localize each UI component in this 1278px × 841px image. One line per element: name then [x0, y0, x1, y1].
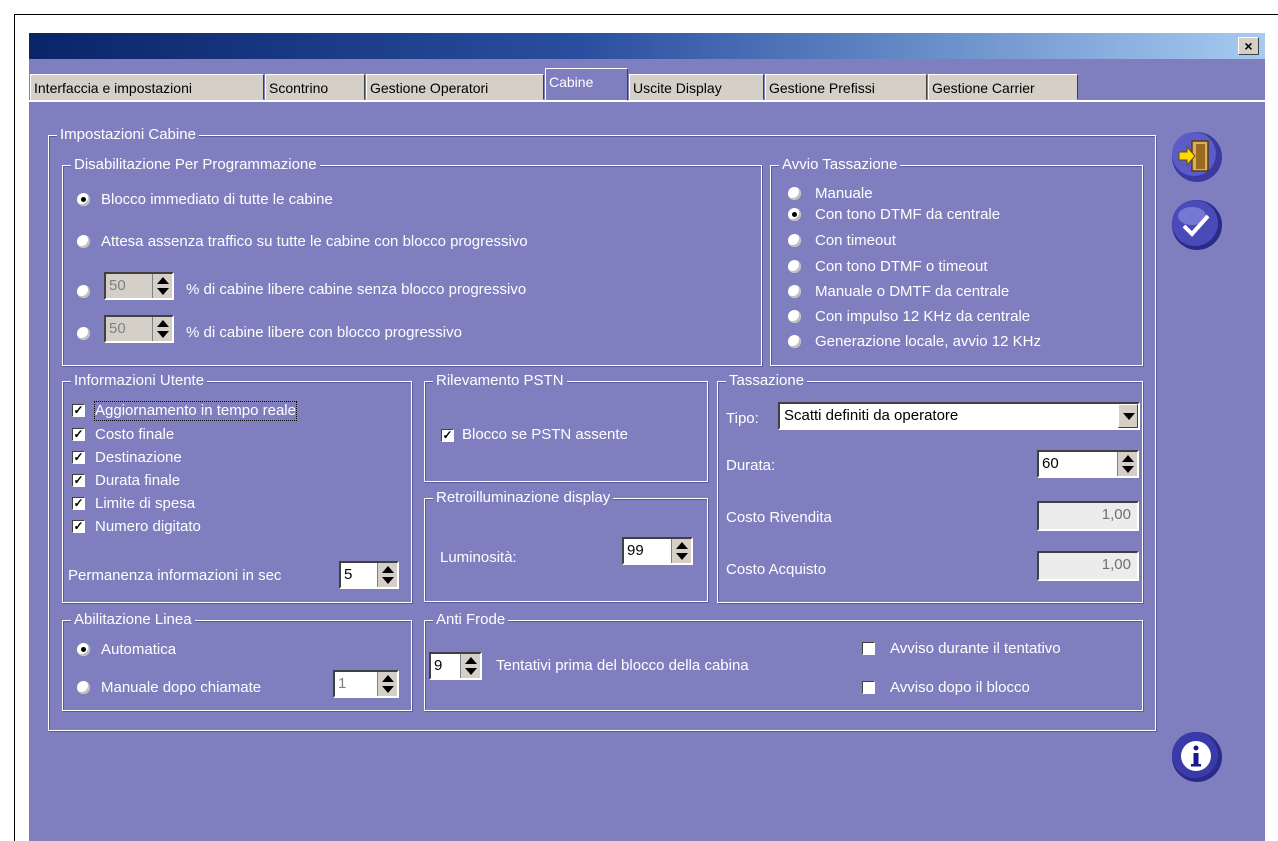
tab-cabine[interactable]: Cabine — [545, 68, 628, 101]
group-title: Retroilluminazione display — [433, 489, 614, 507]
luminosita-spinner[interactable]: 99 — [622, 537, 693, 565]
confirm-check-icon[interactable] — [1170, 198, 1224, 252]
chiamate-spinner[interactable]: 1 — [333, 670, 399, 698]
tab-gestione-carrier[interactable]: Gestione Carrier — [928, 74, 1078, 100]
radio-label: % di cabine libere cabine senza blocco p… — [186, 281, 527, 298]
tab-scontrino[interactable]: Scontrino — [265, 74, 365, 100]
radio-avvio-option[interactable] — [788, 285, 801, 298]
group-title: Abilitazione Linea — [71, 611, 195, 629]
radio-label: Con impulso 12 KHz da centrale — [815, 308, 1031, 325]
permanenza-spinner[interactable]: 5 — [339, 561, 399, 589]
spinner-arrows-icon[interactable] — [377, 672, 397, 696]
group-title: Avvio Tassazione — [779, 156, 901, 174]
checkbox-info-item[interactable]: ✓ — [72, 497, 85, 510]
checkbox-label: Destinazione — [95, 449, 182, 466]
durata-label: Durata: — [726, 457, 776, 474]
spinner-arrows-icon[interactable] — [152, 274, 172, 298]
radio-label: Manuale o DMTF da centrale — [815, 283, 1010, 300]
tentativi-spinner[interactable]: 9 — [429, 652, 482, 680]
radio-label: Manuale — [815, 185, 873, 202]
spinner-value: 99 — [627, 542, 644, 559]
group-title: Anti Frode — [433, 611, 509, 629]
spinner-value: 60 — [1042, 455, 1059, 472]
checkbox-info-item[interactable]: ✓ — [72, 474, 85, 487]
checkbox-avviso-durante[interactable] — [862, 642, 875, 655]
checkbox-blocco-pstn[interactable]: ✓ — [441, 429, 454, 442]
percent-spinner-1[interactable]: 50 — [104, 272, 174, 300]
radio-cabine-libere-senza[interactable] — [77, 285, 90, 298]
radio-label: Con tono DTMF o timeout — [815, 258, 988, 275]
spinner-value: 5 — [344, 566, 353, 583]
checkbox-label: Avviso durante il tentativo — [890, 640, 1061, 657]
checkbox-label: Blocco se PSTN assente — [462, 426, 628, 443]
costo-rivendita-field[interactable]: 1,00 — [1037, 501, 1139, 531]
radio-cabine-libere-con[interactable] — [77, 327, 90, 340]
title-bar — [29, 33, 1265, 59]
close-button[interactable]: × — [1238, 37, 1259, 55]
group-title: Impostazioni Cabine — [57, 126, 199, 144]
chevron-down-icon[interactable] — [1118, 404, 1138, 428]
checkbox-info-item[interactable]: ✓ — [72, 428, 85, 441]
tab-gestione-prefissi[interactable]: Gestione Prefissi — [765, 74, 927, 100]
group-title: Informazioni Utente — [71, 372, 208, 390]
checkbox-label: Aggiornamento in tempo reale — [94, 401, 297, 421]
radio-attesa-assenza[interactable] — [77, 235, 90, 248]
tab-baseline — [29, 100, 1265, 102]
info-icon[interactable] — [1170, 730, 1224, 784]
checkbox-label: Avviso dopo il blocco — [890, 679, 1030, 696]
costo-rivendita-label: Costo Rivendita — [726, 509, 832, 526]
radio-label: Attesa assenza traffico su tutte le cabi… — [101, 233, 528, 250]
spinner-arrows-icon[interactable] — [1117, 452, 1137, 476]
spinner-value: 1 — [338, 675, 347, 692]
radio-label: Generazione locale, avvio 12 KHz — [815, 333, 1041, 350]
radio-blocco-immediato[interactable] — [77, 193, 90, 206]
radio-avvio-option[interactable] — [788, 260, 801, 273]
radio-avvio-option[interactable] — [788, 208, 801, 221]
tab-gestione-operatori[interactable]: Gestione Operatori — [366, 74, 544, 100]
tentativi-label: Tentativi prima del blocco della cabina — [496, 657, 749, 674]
permanenza-label: Permanenza informazioni in sec — [68, 567, 282, 584]
durata-spinner[interactable]: 60 — [1037, 450, 1139, 478]
tab-uscite-display[interactable]: Uscite Display — [629, 74, 764, 100]
group-title: Tassazione — [726, 372, 808, 390]
radio-avvio-option[interactable] — [788, 335, 801, 348]
tipo-select[interactable]: Scatti definiti da operatore — [778, 402, 1140, 430]
tipo-label: Tipo: — [726, 410, 759, 427]
spinner-arrows-icon[interactable] — [671, 539, 691, 563]
radio-label: Manuale dopo chiamate — [101, 679, 262, 696]
radio-avvio-option[interactable] — [788, 310, 801, 323]
radio-label: Automatica — [101, 641, 177, 658]
checkbox-info-item[interactable]: ✓ — [72, 451, 85, 464]
group-title: Disabilitazione Per Programmazione — [71, 156, 320, 174]
spinner-value: 9 — [434, 657, 443, 674]
checkbox-avviso-dopo[interactable] — [862, 681, 875, 694]
select-value: Scatti definiti da operatore — [784, 407, 959, 424]
radio-automatica[interactable] — [77, 643, 90, 656]
spinner-arrows-icon[interactable] — [460, 654, 480, 678]
costo-acquisto-field[interactable]: 1,00 — [1037, 551, 1139, 581]
spinner-arrows-icon[interactable] — [377, 563, 397, 587]
costo-acquisto-label: Costo Acquisto — [726, 561, 827, 578]
radio-manuale-dopo[interactable] — [77, 681, 90, 694]
checkbox-label: Numero digitato — [95, 518, 201, 535]
checkbox-label: Costo finale — [95, 426, 175, 443]
radio-avvio-option[interactable] — [788, 234, 801, 247]
radio-label: Con timeout — [815, 232, 896, 249]
tab-interfaccia[interactable]: Interfaccia e impostazioni — [30, 74, 264, 100]
spinner-arrows-icon[interactable] — [152, 317, 172, 341]
luminosita-label: Luminosità: — [440, 549, 517, 566]
radio-label: Con tono DTMF da centrale — [815, 206, 1001, 223]
percent-spinner-2[interactable]: 50 — [104, 315, 174, 343]
group-title: Rilevamento PSTN — [433, 372, 567, 390]
checkbox-label: Limite di spesa — [95, 495, 196, 512]
exit-door-icon[interactable] — [1170, 130, 1224, 184]
spinner-value: 50 — [109, 320, 126, 337]
radio-label: % di cabine libere con blocco progressiv… — [186, 324, 462, 341]
checkbox-info-item[interactable]: ✓ — [72, 404, 85, 417]
radio-label: Blocco immediato di tutte le cabine — [101, 191, 333, 208]
spinner-value: 50 — [109, 277, 126, 294]
checkbox-info-item[interactable]: ✓ — [72, 520, 85, 533]
radio-avvio-option[interactable] — [788, 187, 801, 200]
checkbox-label: Durata finale — [95, 472, 181, 489]
